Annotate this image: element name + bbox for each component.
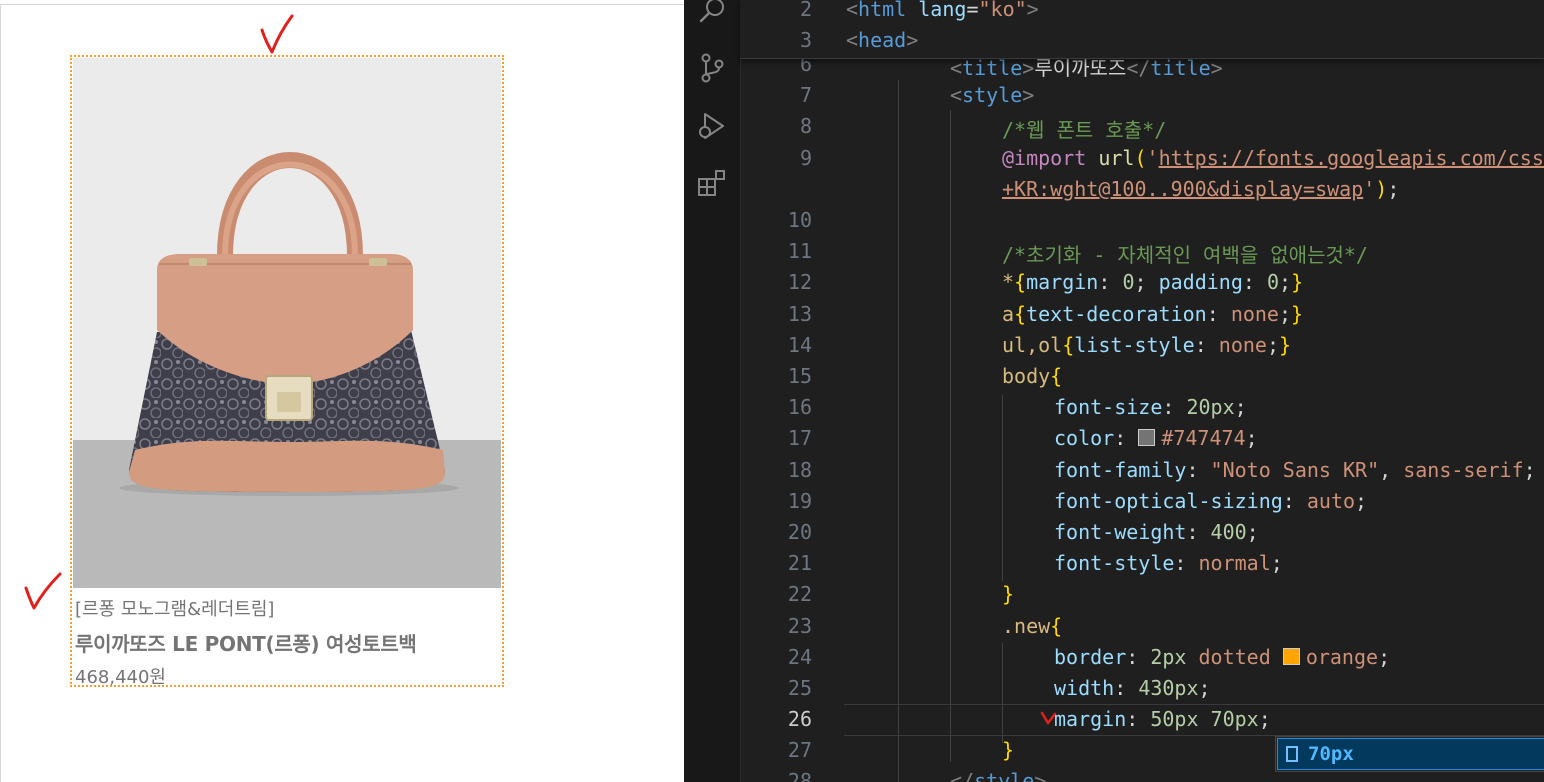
suggestion-item[interactable]: 70px — [1277, 738, 1544, 770]
code-line: @import url('https://fonts.googleapis.co… — [1002, 146, 1544, 170]
line-number: 19 — [787, 489, 812, 513]
code-line: color: #747474; — [1054, 426, 1258, 450]
line-number: 16 — [787, 395, 812, 419]
product-price: 468,440원 — [75, 667, 166, 688]
code-line: font-size: 20px; — [1054, 395, 1247, 419]
line-number: 23 — [787, 614, 812, 638]
line-number: 21 — [787, 551, 812, 575]
suggestion-label: 70px — [1308, 743, 1354, 765]
product-image[interactable] — [73, 58, 501, 588]
color-swatch[interactable] — [1282, 648, 1300, 665]
check-mark-left — [24, 572, 62, 610]
code-line: body{ — [1002, 364, 1063, 388]
line-number: 22 — [787, 582, 812, 606]
code-line: </style> — [950, 769, 1047, 782]
preview-top-border — [0, 0, 684, 5]
code-line: } — [1002, 582, 1015, 606]
run-and-debug-icon[interactable] — [696, 110, 728, 142]
editor-body[interactable]: 2 <html lang="ko"> 3 <head> 6 <title>루이까… — [740, 0, 1544, 782]
code-line: <html lang="ko"> — [846, 0, 1039, 21]
line-number: 10 — [787, 208, 812, 232]
line-number-active: 26 — [787, 707, 812, 731]
line-number: 3 — [799, 28, 812, 52]
code-line: font-weight: 400; — [1054, 520, 1259, 544]
indent-guide — [898, 80, 899, 782]
check-mark-top — [260, 14, 294, 54]
code-line: } — [1002, 738, 1015, 762]
search-icon[interactable] — [696, 0, 728, 28]
preview-left-border — [0, 4, 1, 782]
code-line: font-family: "Noto Sans KR", sans-serif; — [1054, 458, 1536, 482]
sticky-scroll-header[interactable]: 2 <html lang="ko"> 3 <head> — [740, 0, 1544, 59]
code-line: font-style: normal; — [1054, 551, 1283, 575]
line-number: 20 — [787, 520, 812, 544]
line-number: 24 — [787, 645, 812, 669]
code-editor: 2 <html lang="ko"> 3 <head> 6 <title>루이까… — [684, 0, 1544, 782]
code-line: width: 430px; — [1054, 676, 1211, 700]
code-line: *{margin: 0; padding: 0;} — [1002, 270, 1304, 294]
line-number: 9 — [799, 146, 812, 170]
line-number: 28 — [787, 769, 812, 782]
line-number: 8 — [799, 114, 812, 138]
source-control-icon[interactable] — [696, 52, 728, 84]
line-number: 7 — [799, 83, 812, 107]
code-comment: /*웹 폰트 호출*/ — [1002, 118, 1167, 142]
code-line: a{text-decoration: none;} — [1002, 302, 1304, 326]
code-line: border: 2px dotted orange; — [1054, 645, 1391, 669]
color-swatch[interactable] — [1138, 429, 1156, 446]
code-line: .new{ — [1002, 614, 1063, 638]
product-name[interactable]: 루이까또즈 LE PONT(르퐁) 여성토트백 — [75, 628, 417, 657]
indent-guide — [1002, 643, 1003, 743]
code-line-active[interactable]: margin: 50px 70px; — [1054, 707, 1271, 731]
product-category: [르퐁 모노그램&레더트림] — [75, 599, 275, 620]
line-number: 15 — [787, 364, 812, 388]
code-line: ul,ol{list-style: none;} — [1002, 333, 1292, 357]
line-number: 14 — [787, 333, 812, 357]
line-number: 2 — [799, 0, 812, 21]
line-number: 17 — [787, 426, 812, 450]
line-number: 27 — [787, 738, 812, 762]
line-number: 11 — [787, 239, 812, 263]
line-number: 13 — [787, 302, 812, 326]
value-icon — [1286, 746, 1298, 762]
code-comment: /*초기화 - 자체적인 여백을 없애는것*/ — [1002, 243, 1368, 267]
code-line: <style> — [950, 83, 1035, 107]
code-line: font-optical-sizing: auto; — [1054, 489, 1368, 513]
extensions-icon[interactable] — [696, 168, 728, 200]
indent-guide — [950, 110, 951, 762]
browser-preview: [르퐁 모노그램&레더트림] 루이까또즈 LE PONT(르퐁) 여성토트백 4… — [0, 0, 684, 782]
suggestion-widget[interactable]: 70px — [1275, 736, 1544, 772]
line-number: 12 — [787, 270, 812, 294]
code-line: <head> — [846, 28, 919, 52]
code-line-wrap: +KR:wght@100..900&display=swap'); — [1002, 177, 1400, 201]
indent-guide — [1002, 395, 1003, 581]
line-number: 25 — [787, 676, 812, 700]
product-card[interactable]: [르퐁 모노그램&레더트림] 루이까또즈 LE PONT(르퐁) 여성토트백 4… — [70, 55, 504, 688]
handbag-illustration — [119, 152, 459, 496]
activity-bar — [684, 0, 741, 782]
line-number: 18 — [787, 458, 812, 482]
